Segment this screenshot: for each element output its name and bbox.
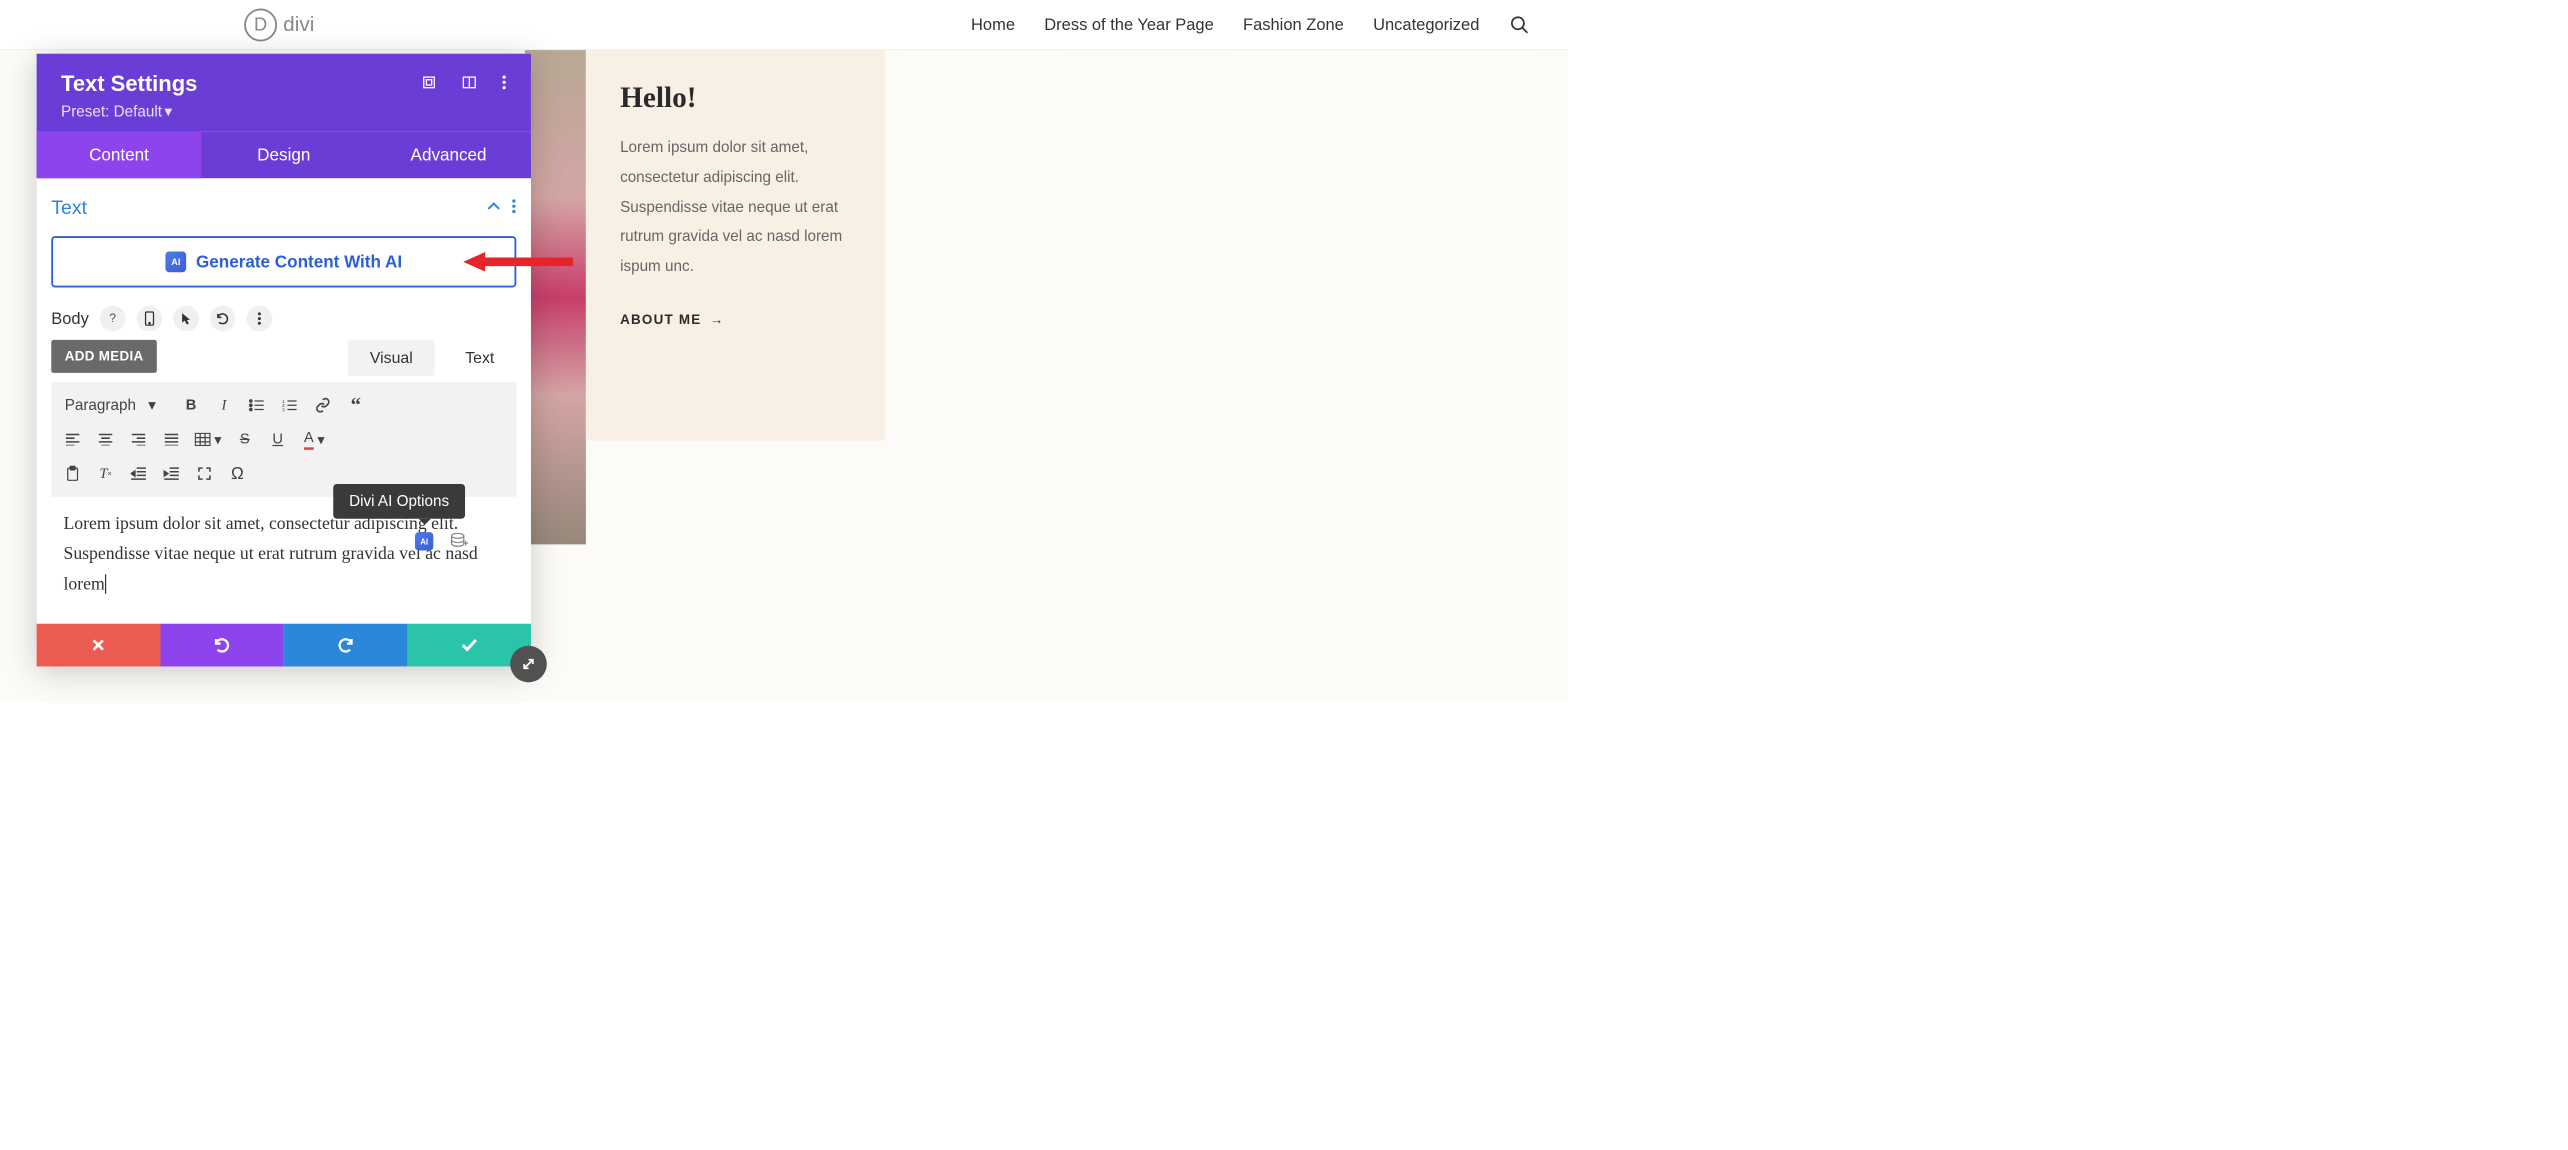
tab-advanced[interactable]: Advanced	[366, 132, 531, 178]
columns-icon[interactable]	[461, 74, 477, 93]
align-justify-icon[interactable]	[156, 426, 187, 453]
svg-text:3: 3	[282, 407, 285, 412]
cancel-button[interactable]	[37, 624, 161, 667]
preset-select[interactable]: Preset: Default ▾	[61, 103, 507, 121]
body-label: Body	[51, 309, 89, 328]
table-icon[interactable]: ▾	[189, 426, 227, 453]
format-select[interactable]: Paragraph ▾	[57, 392, 173, 418]
logo-mark: D	[244, 8, 277, 41]
text-settings-panel: Text Settings Preset: Default ▾ Content …	[37, 54, 531, 667]
quote-icon[interactable]: “	[341, 392, 372, 419]
generate-with-ai-button[interactable]: AI Generate Content With AI	[51, 236, 516, 287]
editor-tab-text[interactable]: Text	[443, 340, 516, 376]
align-left-icon[interactable]	[57, 426, 88, 453]
format-select-label: Paragraph	[65, 396, 136, 414]
mobile-icon[interactable]	[136, 306, 162, 332]
site-header: D divi Home Dress of the Year Page Fashi…	[0, 0, 1567, 50]
nav-dress-of-year[interactable]: Dress of the Year Page	[1044, 15, 1213, 34]
strikethrough-icon[interactable]: S	[229, 426, 260, 453]
indent-icon[interactable]	[156, 460, 187, 487]
ai-badge-icon: AI	[165, 251, 186, 272]
panel-footer	[37, 624, 531, 667]
outdent-icon[interactable]	[123, 460, 154, 487]
editor-tab-visual[interactable]: Visual	[348, 340, 435, 376]
hello-paragraph: Lorem ipsum dolor sit amet, consectetur …	[620, 132, 851, 281]
more-icon[interactable]	[502, 74, 507, 93]
dress-image	[525, 50, 586, 544]
chevron-up-icon[interactable]	[487, 202, 500, 214]
align-center-icon[interactable]	[90, 426, 121, 453]
undo-button[interactable]	[160, 624, 284, 667]
nav-fashion-zone[interactable]: Fashion Zone	[1243, 15, 1344, 34]
add-media-button[interactable]: ADD MEDIA	[51, 340, 157, 373]
panel-title: Text Settings	[61, 71, 197, 97]
redo-button[interactable]	[284, 624, 408, 667]
section-more-icon[interactable]	[511, 198, 516, 217]
search-icon[interactable]	[1509, 14, 1531, 36]
dynamic-content-icon[interactable]	[450, 532, 468, 551]
hello-box: Hello! Lorem ipsum dolor sit amet, conse…	[586, 50, 885, 441]
text-cursor	[105, 574, 111, 594]
link-icon[interactable]	[308, 392, 339, 419]
special-char-icon[interactable]: Ω	[222, 460, 253, 487]
expand-panel-fab[interactable]	[510, 646, 547, 683]
body-field-row: Body ?	[51, 306, 516, 332]
site-logo[interactable]: D divi	[244, 8, 314, 41]
arrow-right-icon: →	[710, 312, 725, 328]
expand-view-icon[interactable]	[421, 74, 437, 93]
bold-icon[interactable]: B	[176, 392, 207, 419]
ai-options-tooltip: Divi AI Options	[333, 484, 465, 519]
undo-icon[interactable]	[210, 306, 236, 332]
fullscreen-icon[interactable]	[189, 460, 220, 487]
align-right-icon[interactable]	[123, 426, 154, 453]
cursor-icon[interactable]	[173, 306, 199, 332]
tab-content[interactable]: Content	[37, 132, 202, 178]
help-icon[interactable]: ?	[100, 306, 126, 332]
panel-header: Text Settings Preset: Default ▾	[37, 54, 531, 132]
section-title-text: Text	[51, 197, 87, 220]
generate-with-ai-label: Generate Content With AI	[196, 252, 402, 272]
main-nav: Home Dress of the Year Page Fashion Zone…	[971, 14, 1531, 36]
about-me-link[interactable]: ABOUT ME →	[620, 312, 725, 328]
logo-text: divi	[283, 13, 314, 37]
preset-label: Preset: Default	[61, 103, 162, 121]
underline-icon[interactable]: U	[262, 426, 293, 453]
ai-inline-icon[interactable]: AI	[415, 532, 433, 550]
panel-tabs: Content Design Advanced	[37, 132, 531, 178]
text-section: Text AI Generate Content With AI Body ?	[37, 178, 531, 623]
nav-home[interactable]: Home	[971, 15, 1015, 34]
about-me-label: ABOUT ME	[620, 312, 701, 328]
tab-design[interactable]: Design	[201, 132, 366, 178]
chevron-down-icon: ▾	[164, 103, 172, 121]
numbered-list-icon[interactable]: 123	[275, 392, 306, 419]
callout-arrow-icon	[463, 252, 573, 272]
nav-uncategorized[interactable]: Uncategorized	[1373, 15, 1479, 34]
hello-title: Hello!	[620, 81, 851, 115]
bullet-list-icon[interactable]	[242, 392, 273, 419]
editor-toolbar: Paragraph ▾ B I 123 “ ▾ S U A▾	[51, 382, 516, 497]
italic-icon[interactable]: I	[209, 392, 240, 419]
paste-icon[interactable]	[57, 460, 88, 487]
clear-formatting-icon[interactable]: T×	[90, 460, 121, 487]
body-more-icon[interactable]	[246, 306, 272, 332]
chevron-down-icon: ▾	[148, 396, 156, 414]
editor-text-content: Lorem ipsum dolor sit amet, consectetur …	[63, 514, 477, 594]
text-color-icon[interactable]: A▾	[295, 426, 333, 453]
